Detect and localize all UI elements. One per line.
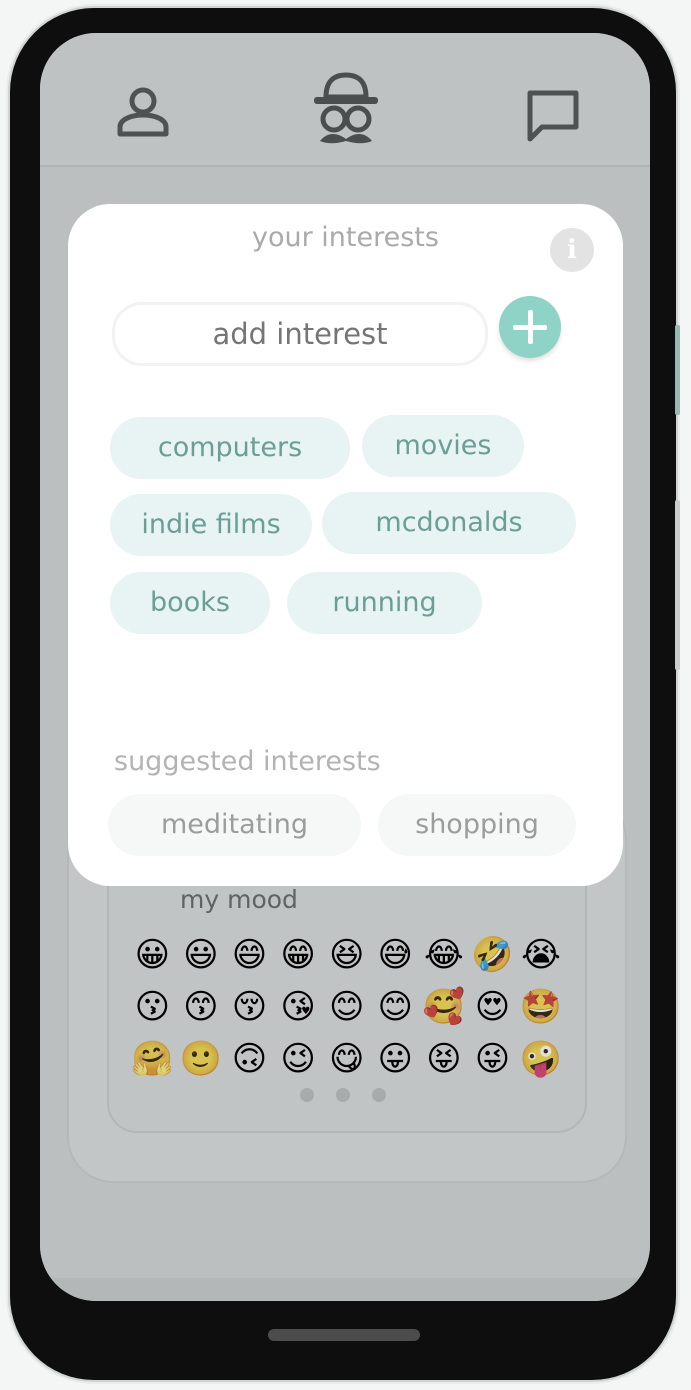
page-dot[interactable] [372,1088,386,1102]
mood-emoji[interactable]: 😄 [225,933,274,977]
mood-emoji[interactable]: 🤣 [468,933,517,977]
mood-emoji[interactable]: 😆 [322,933,371,977]
mood-emoji[interactable]: 😛 [371,1037,420,1081]
plus-icon[interactable] [499,296,561,358]
mood-emoji[interactable]: 🥰 [420,985,469,1029]
top-header [40,33,650,167]
add-interest-input[interactable] [112,302,488,366]
mood-emoji[interactable]: 😜 [468,1037,517,1081]
side-button-lower [675,500,680,670]
person-icon[interactable] [116,85,170,139]
mood-emoji[interactable]: 😚 [225,985,274,1029]
suggested-interests-title: suggested interests [114,746,381,777]
mood-title: my mood [180,885,298,914]
mood-emoji[interactable]: 🤩 [517,985,566,1029]
mood-emoji[interactable]: 😀 [128,933,177,977]
suggested-interest-chip[interactable]: meditating [108,794,361,856]
mood-emoji[interactable]: 🤪 [517,1037,566,1081]
mood-emoji[interactable]: 😭 [517,933,566,977]
mood-emoji[interactable]: 🙂 [177,1037,226,1081]
mood-emoji[interactable]: 😁 [274,933,323,977]
interest-chip[interactable]: computers [110,417,350,479]
interest-chip[interactable]: indie films [110,494,312,556]
interest-chip[interactable]: movies [362,415,524,477]
interest-chip[interactable]: books [110,572,270,634]
interests-modal: your interests i computers movies indie … [68,204,623,886]
mood-emoji[interactable]: 🤗 [128,1037,177,1081]
emoji-grid: 😀 😃 😄 😁 😆 😅 😂 🤣 😭 😗 😙 😚 😘 😊 😊 🥰 😍 🤩 🤗 🙂 🙃 😉 😋 😛 😝 😜 🤪 [128,933,568,1081]
mood-emoji[interactable]: 😊 [322,985,371,1029]
suggested-interest-chip[interactable]: shopping [378,794,576,856]
interest-chip[interactable]: mcdonalds [322,492,576,554]
page-dot[interactable] [300,1088,314,1102]
chat-bubble-icon[interactable] [526,89,580,143]
mood-emoji[interactable]: 😘 [274,985,323,1029]
mood-emoji[interactable]: 😙 [177,985,226,1029]
mood-emoji[interactable]: 😅 [371,933,420,977]
side-button-upper [675,325,680,415]
mood-emoji[interactable]: 😊 [371,985,420,1029]
page-dots [300,1088,386,1102]
mood-emoji[interactable]: 😍 [468,985,517,1029]
bottom-strip [40,1278,650,1301]
interest-chip[interactable]: running [287,572,482,634]
modal-title: your interests [252,222,439,253]
mood-emoji[interactable]: 😉 [274,1037,323,1081]
mood-emoji[interactable]: 🙃 [225,1037,274,1081]
page-dot[interactable] [336,1088,350,1102]
info-icon[interactable]: i [550,228,594,272]
app-screen: my mood 😀 😃 😄 😁 😆 😅 😂 🤣 😭 😗 😙 😚 😘 😊 😊 🥰 😍 🤩 🤗 🙂 🙃 😉 😋 😛 😝 😜 🤪 your… [40,33,650,1301]
detective-logo-icon[interactable] [312,71,380,147]
mood-emoji[interactable]: 😂 [420,933,469,977]
home-indicator[interactable] [268,1329,420,1341]
mood-emoji[interactable]: 😝 [420,1037,469,1081]
mood-emoji[interactable]: 😋 [322,1037,371,1081]
mood-emoji[interactable]: 😗 [128,985,177,1029]
mood-emoji[interactable]: 😃 [177,933,226,977]
